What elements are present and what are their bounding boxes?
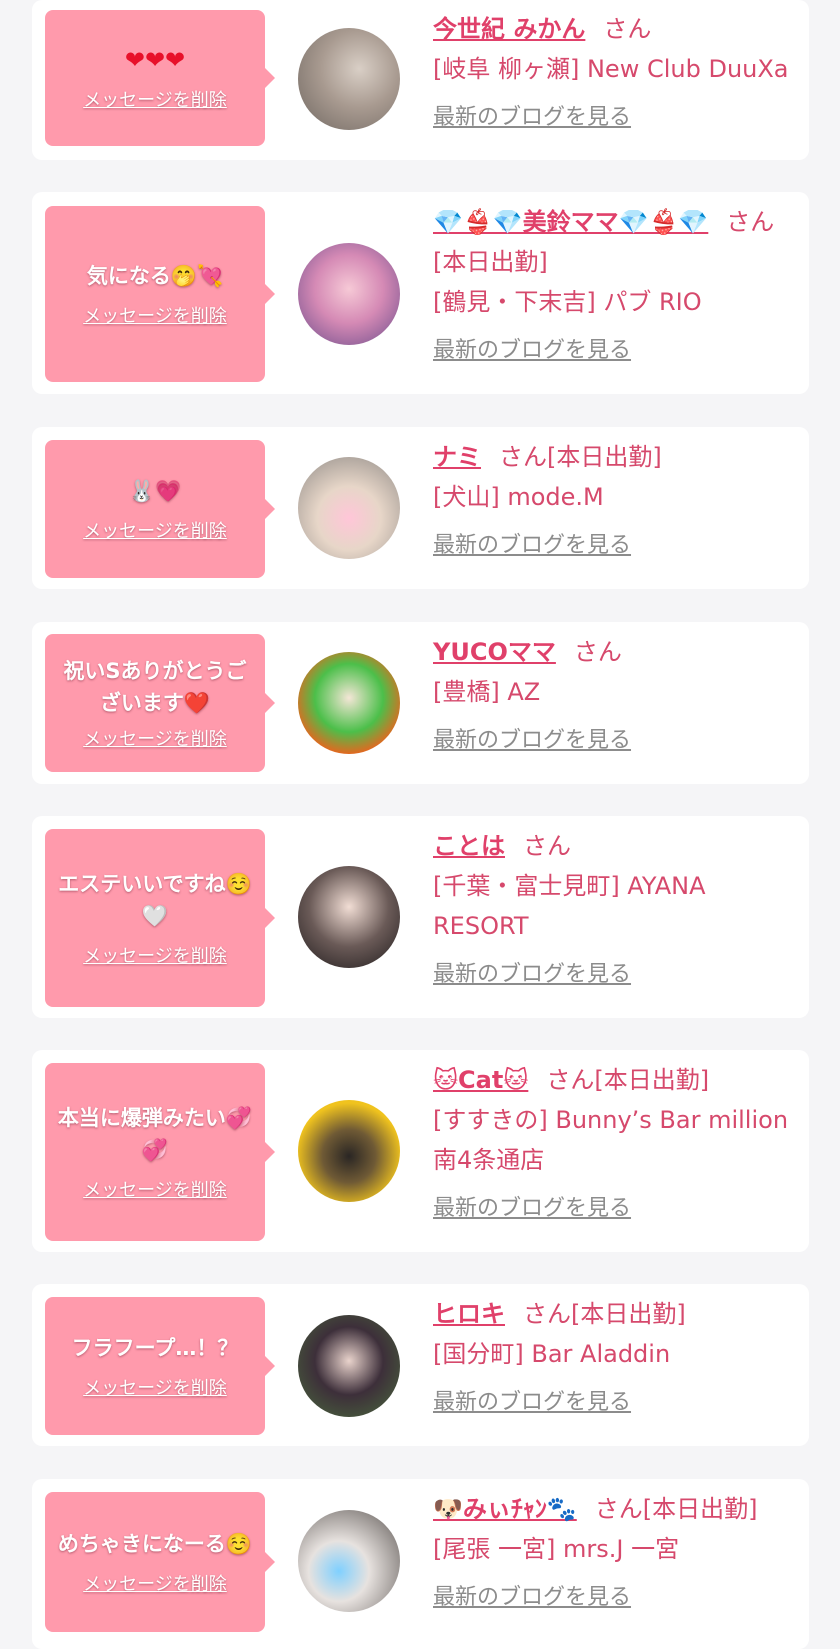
message-bubble: めちゃきになーる☺️ メッセージを削除 bbox=[45, 1492, 275, 1632]
shop-name: [岐阜 柳ヶ瀬] New Club DuuXa bbox=[433, 55, 789, 83]
sender-name-link[interactable]: 🐶みぃﾁｬﾝ🐾 bbox=[433, 1495, 577, 1523]
message-card: めちゃきになーる☺️ メッセージを削除 🐶みぃﾁｬﾝ🐾 さん[本日出勤] [尾張 … bbox=[32, 1479, 809, 1649]
sender-suffix: さん bbox=[523, 832, 571, 860]
message-card: 🐰💗 メッセージを削除 ナミ さん[本日出勤] [犬山] mode.M 最新のブロ… bbox=[32, 427, 809, 589]
avatar[interactable] bbox=[298, 866, 400, 968]
blog-link[interactable]: 最新のブログを見る bbox=[433, 722, 631, 754]
sender-name-line: 🐱Cat🐱 さん[本日出勤] bbox=[433, 1060, 789, 1100]
sender-name-line: 🐶みぃﾁｬﾝ🐾 さん[本日出勤] bbox=[433, 1489, 789, 1529]
sender-name-line: 今世紀 みかん さん bbox=[433, 9, 789, 49]
message-bubble: 気になる🤭💘 メッセージを削除 bbox=[45, 206, 275, 382]
sender-suffix: さん[本日出勤] bbox=[546, 1066, 710, 1094]
sender-suffix: さん bbox=[573, 638, 622, 666]
message-card: 気になる🤭💘 メッセージを削除 💎👙💎美鈴ママ💎👙💎 さん[本日出勤] [鶴見・下… bbox=[32, 192, 809, 394]
sender-info: YUCOママ さん [豊橋] AZ 最新のブログを見る bbox=[433, 632, 789, 754]
avatar[interactable] bbox=[298, 28, 400, 130]
message-card: エステいいですね☺️🤍 メッセージを削除 ことは さん [千葉・富士見町] AYA… bbox=[32, 816, 809, 1018]
sender-name-link[interactable]: ナミ bbox=[433, 443, 481, 471]
message-text: 🐰💗 bbox=[128, 479, 182, 503]
sender-name-link[interactable]: 今世紀 みかん bbox=[433, 15, 585, 43]
sender-suffix: さん[本日出勤] bbox=[523, 1300, 686, 1328]
sender-name-line: ことは さん bbox=[433, 826, 789, 866]
shop-name: [犬山] mode.M bbox=[433, 483, 604, 511]
blog-link[interactable]: 最新のブログを見る bbox=[433, 527, 631, 559]
message-text: ❤❤❤ bbox=[124, 46, 186, 74]
avatar[interactable] bbox=[298, 1315, 400, 1417]
sender-name-line: 💎👙💎美鈴ママ💎👙💎 さん[本日出勤] bbox=[433, 202, 789, 282]
message-card: 祝いSありがとうございます❤️ メッセージを削除 YUCOママ さん [豊橋] A… bbox=[32, 622, 809, 784]
sender-name-link[interactable]: 🐱Cat🐱 bbox=[433, 1066, 528, 1094]
delete-message-link[interactable]: メッセージを削除 bbox=[83, 1374, 227, 1400]
delete-message-link[interactable]: メッセージを削除 bbox=[83, 725, 227, 751]
message-bubble: 祝いSありがとうございます❤️ メッセージを削除 bbox=[45, 634, 275, 772]
message-text: めちゃきになーる☺️ bbox=[57, 1532, 253, 1556]
sender-suffix: さん[本日出勤] bbox=[499, 443, 662, 471]
message-bubble: ❤❤❤ メッセージを削除 bbox=[45, 10, 275, 146]
sender-name-link[interactable]: YUCOママ bbox=[433, 638, 556, 666]
delete-message-link[interactable]: メッセージを削除 bbox=[83, 517, 227, 543]
sender-info: 🐱Cat🐱 さん[本日出勤] [すすきの] Bunny’s Bar million… bbox=[433, 1060, 789, 1222]
sender-info: ナミ さん[本日出勤] [犬山] mode.M 最新のブログを見る bbox=[433, 437, 789, 559]
sender-suffix: さん bbox=[603, 15, 652, 43]
blog-link[interactable]: 最新のブログを見る bbox=[433, 99, 631, 131]
avatar[interactable] bbox=[298, 457, 400, 559]
sender-info: 🐶みぃﾁｬﾝ🐾 さん[本日出勤] [尾張 一宮] mrs.J 一宮 最新のブログを… bbox=[433, 1489, 789, 1611]
avatar[interactable] bbox=[298, 652, 400, 754]
sender-info: ヒロキ さん[本日出勤] [国分町] Bar Aladdin 最新のブログを見る bbox=[433, 1294, 789, 1416]
sender-name-line: ナミ さん[本日出勤] bbox=[433, 437, 789, 477]
delete-message-link[interactable]: メッセージを削除 bbox=[83, 86, 227, 112]
shop-name: [千葉・富士見町] AYANA RESORT bbox=[433, 872, 706, 940]
message-bubble: 🐰💗 メッセージを削除 bbox=[45, 440, 275, 578]
message-card: フラフープ…！？ メッセージを削除 ヒロキ さん[本日出勤] [国分町] Bar … bbox=[32, 1284, 809, 1446]
blog-link[interactable]: 最新のブログを見る bbox=[433, 332, 631, 364]
blog-link[interactable]: 最新のブログを見る bbox=[433, 1190, 631, 1222]
blog-link[interactable]: 最新のブログを見る bbox=[433, 956, 631, 988]
sender-name-link[interactable]: 💎👙💎美鈴ママ💎👙💎 bbox=[433, 208, 708, 236]
delete-message-link[interactable]: メッセージを削除 bbox=[83, 1570, 227, 1596]
sender-info: 💎👙💎美鈴ママ💎👙💎 さん[本日出勤] [鶴見・下末吉] パブ RIO 最新のブロ… bbox=[433, 202, 789, 364]
delete-message-link[interactable]: メッセージを削除 bbox=[83, 942, 227, 968]
message-text: エステいいですね☺️🤍 bbox=[58, 872, 252, 928]
message-text: 祝いSありがとうございます❤️ bbox=[63, 659, 247, 715]
shop-name: [国分町] Bar Aladdin bbox=[433, 1340, 671, 1368]
message-bubble: 本当に爆弾みたい💞💞 メッセージを削除 bbox=[45, 1063, 275, 1241]
sender-suffix: さん[本日出勤] bbox=[594, 1495, 758, 1523]
sender-name-line: YUCOママ さん bbox=[433, 632, 789, 672]
sender-name-line: ヒロキ さん[本日出勤] bbox=[433, 1294, 789, 1334]
sender-name-link[interactable]: ことは bbox=[433, 832, 505, 860]
message-card: ❤❤❤ メッセージを削除 今世紀 みかん さん [岐阜 柳ヶ瀬] New Club… bbox=[32, 0, 809, 160]
message-bubble: エステいいですね☺️🤍 メッセージを削除 bbox=[45, 829, 275, 1007]
message-text: 本当に爆弾みたい💞💞 bbox=[57, 1106, 253, 1162]
message-card: 本当に爆弾みたい💞💞 メッセージを削除 🐱Cat🐱 さん[本日出勤] [すすきの]… bbox=[32, 1050, 809, 1252]
shop-name: [すすきの] Bunny’s Bar million 南4条通店 bbox=[433, 1106, 789, 1174]
shop-name: [鶴見・下末吉] パブ RIO bbox=[433, 288, 702, 316]
avatar[interactable] bbox=[298, 1100, 400, 1202]
delete-message-link[interactable]: メッセージを削除 bbox=[83, 302, 227, 328]
avatar[interactable] bbox=[298, 1510, 400, 1612]
sender-info: ことは さん [千葉・富士見町] AYANA RESORT 最新のブログを見る bbox=[433, 826, 789, 988]
delete-message-link[interactable]: メッセージを削除 bbox=[83, 1176, 227, 1202]
shop-name: [豊橋] AZ bbox=[433, 678, 541, 706]
blog-link[interactable]: 最新のブログを見る bbox=[433, 1384, 631, 1416]
message-text: フラフープ…！？ bbox=[71, 1336, 239, 1360]
sender-name-link[interactable]: ヒロキ bbox=[433, 1300, 505, 1328]
message-text: 気になる🤭💘 bbox=[86, 264, 224, 288]
blog-link[interactable]: 最新のブログを見る bbox=[433, 1579, 631, 1611]
sender-info: 今世紀 みかん さん [岐阜 柳ヶ瀬] New Club DuuXa 最新のブログ… bbox=[433, 9, 789, 131]
shop-name: [尾張 一宮] mrs.J 一宮 bbox=[433, 1535, 680, 1563]
message-bubble: フラフープ…！？ メッセージを削除 bbox=[45, 1297, 275, 1435]
avatar[interactable] bbox=[298, 243, 400, 345]
